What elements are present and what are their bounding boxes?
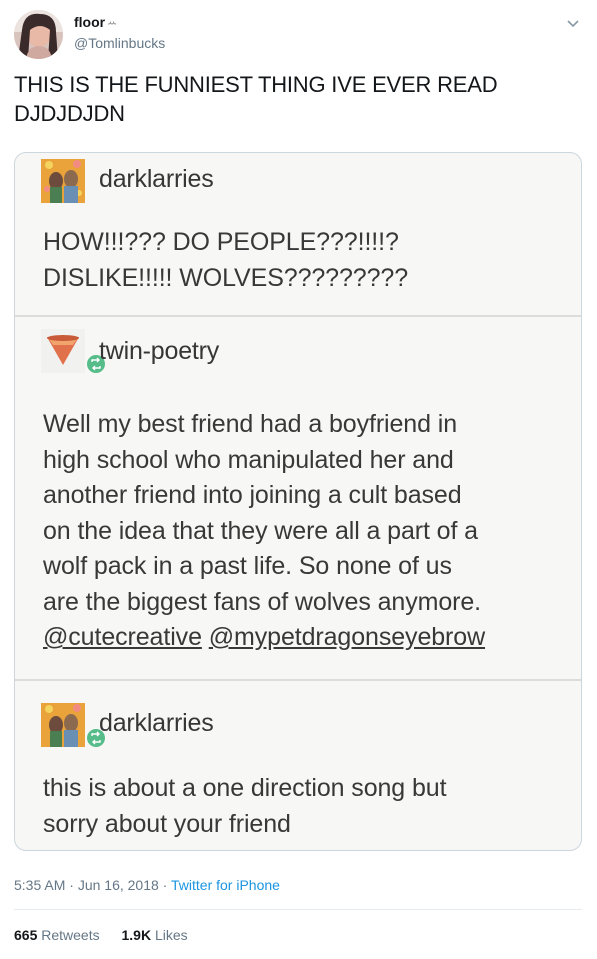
tweet-date[interactable]: Jun 16, 2018 [78,877,159,893]
mention-link: @mypetdragonseyebrow [208,623,486,651]
post-line: this is about a one direction song but [43,774,447,802]
blog-avatar-icon [41,329,107,375]
user-handle[interactable]: @Tomlinbucks [74,35,165,51]
tweet-stats: 665 Retweets 1.9K Likes [14,927,206,943]
post-line: on the idea that they were all a part of… [43,516,478,545]
post-body: this is about a one direction song but s… [43,771,573,842]
post-line: Well my best friend had a boyfriend in [43,410,458,438]
post-divider [15,679,581,681]
mention-link: @cutecreative [43,623,202,651]
tweet-text-line: THIS IS THE FUNNIEST THING IVE EVER READ [14,72,498,97]
display-name[interactable]: floor ꕀ [74,14,117,30]
likes-stat[interactable]: 1.9K Likes [122,927,188,943]
tweet-header: floor ꕀ @Tomlinbucks [14,10,584,62]
tweet-text: THIS IS THE FUNNIEST THING IVE EVER READ… [14,70,574,128]
post-body: HOW!!!??? DO PEOPLE???!!!!? DISLIKE!!!!!… [43,225,573,296]
post-line: sorry about your friend [43,809,291,838]
tweet-time[interactable]: 5:35 AM [14,877,65,893]
tweet-timestamp: 5:35 AM · Jun 16, 2018 · Twitter for iPh… [14,877,280,893]
post-line: are the biggest fans of wolves anymore. [43,587,482,616]
post-divider [15,315,581,317]
blog-avatar-icon [41,703,107,749]
attached-photo[interactable]: darklarries HOW!!!??? DO PEOPLE???!!!!? … [14,152,582,851]
sparkle-emoji: ꕀ [107,17,118,29]
post-line: high school who manipulated her and [43,445,454,474]
tweet-source-link[interactable]: Twitter for iPhone [171,877,280,893]
retweets-stat[interactable]: 665 Retweets [14,927,100,943]
blog-name: twin-poetry [99,337,220,365]
post-line: DISLIKE!!!!! WOLVES????????? [43,263,408,292]
chevron-down-icon[interactable] [566,16,580,30]
post-line: @cutecreative @mypetdragonseyebrow [43,620,573,656]
divider [14,909,582,910]
post-line: HOW!!!??? DO PEOPLE???!!!!? [43,228,399,256]
blog-name: darklarries [99,165,214,193]
avatar[interactable] [14,10,63,59]
post-line: wolf pack in a past life. So none of us [43,552,452,580]
tweet-text-line: DJDJDJDN [14,101,125,126]
post-body: Well my best friend had a boyfriend in h… [43,407,573,656]
post-line: another friend into joining a cult based [43,481,462,509]
blog-name: darklarries [99,709,214,737]
blog-avatar-icon [41,159,85,203]
